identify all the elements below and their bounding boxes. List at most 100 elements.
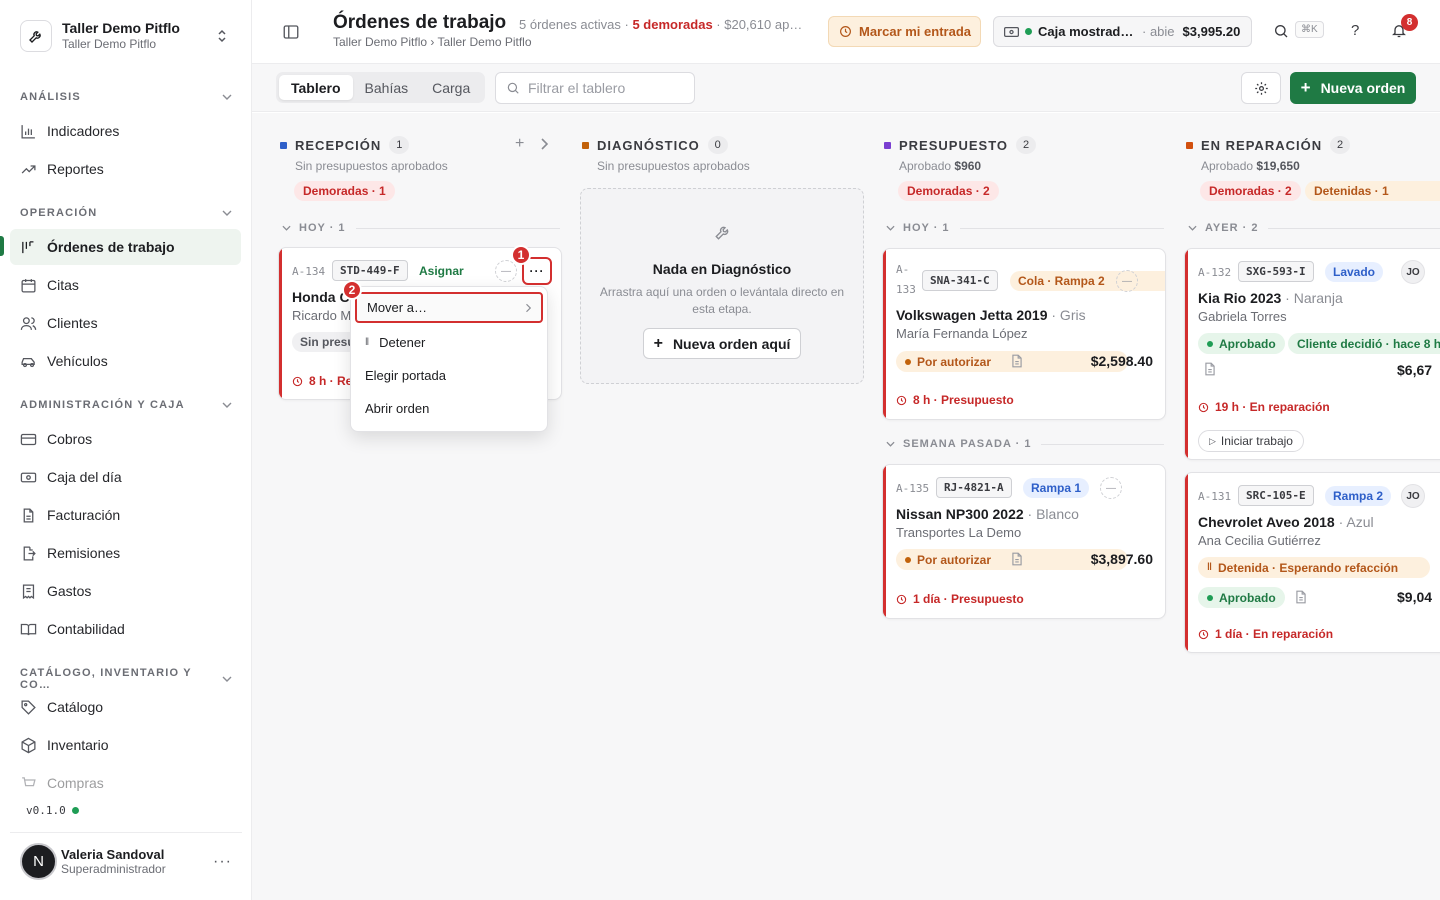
order-code: A-135	[896, 482, 930, 495]
assign-link[interactable]: Asignar	[419, 264, 464, 278]
empty-column-dropzone[interactable]: Nada en Diagnóstico Arrastra aquí una or…	[580, 188, 864, 384]
sidebar-item-remisiones[interactable]: Remisiones	[10, 535, 241, 571]
clock-in-button[interactable]: Marcar mi entrada	[828, 16, 981, 47]
menu-item-cover[interactable]: Elegir portada	[355, 360, 543, 391]
column-color-dot	[884, 141, 891, 149]
tab-tablero[interactable]: Tablero	[279, 75, 353, 100]
license-plate: SXG-593-I	[1238, 261, 1314, 282]
assignee-placeholder[interactable]: —	[1116, 270, 1138, 292]
sidebar-item-cobros[interactable]: Cobros	[10, 421, 241, 457]
order-age: 8 h · Rec	[292, 374, 359, 388]
vehicle-name: Chevrolet Aveo 2018 · Azul	[1198, 514, 1374, 530]
user-menu[interactable]: N Valeria Sandoval Superadministrador ··…	[10, 832, 242, 890]
bay-tag: Rampa 2	[1325, 486, 1392, 506]
chevron-right-icon[interactable]	[540, 138, 549, 150]
header-summary: 5 órdenes activas · 5 demoradas · $20,61…	[519, 17, 803, 32]
gear-icon	[1254, 81, 1269, 96]
search-icon[interactable]	[1273, 23, 1289, 39]
plus-icon[interactable]: +	[515, 135, 524, 153]
sidebar-item-ordenes[interactable]: Órdenes de trabajo	[10, 229, 241, 265]
sidebar-item-reportes[interactable]: Reportes	[10, 151, 241, 187]
column-count: 2	[1016, 136, 1037, 154]
section-catalogo[interactable]: CATÁLOGO, INVENTARIO Y CO…	[20, 667, 232, 691]
tab-carga[interactable]: Carga	[420, 75, 482, 100]
group-header-hoy[interactable]: HOY · 1	[886, 222, 1164, 234]
sidebar-item-caja[interactable]: Caja del día	[10, 459, 241, 495]
page-header: Órdenes de trabajo 5 órdenes activas · 5…	[252, 0, 1440, 64]
column-header-reparacion: EN REPARACIÓN 2	[1186, 136, 1351, 154]
status-dot	[71, 807, 79, 814]
play-icon: ▷	[1209, 435, 1216, 446]
status-badge: Aprobado	[1198, 587, 1285, 608]
sidebar-item-gastos[interactable]: Gastos	[10, 573, 241, 609]
help-icon[interactable]: ?	[1351, 22, 1359, 39]
pause-icon: ǁ	[365, 337, 370, 348]
chevron-down-icon	[222, 676, 232, 682]
document-icon[interactable]	[1204, 362, 1216, 376]
sidebar-item-inventario[interactable]: Inventario	[10, 727, 241, 763]
sidebar-item-vehiculos[interactable]: Vehículos	[10, 343, 241, 379]
order-card[interactable]: A-135 RJ-4821-A Rampa 1 — Nissan NP300 2…	[882, 464, 1166, 619]
clock-icon	[896, 594, 907, 605]
assignee-avatar[interactable]: JO	[1401, 260, 1425, 284]
sidebar-item-clientes[interactable]: Clientes	[10, 305, 241, 341]
document-icon[interactable]	[1011, 354, 1023, 368]
section-operacion[interactable]: OPERACIÓN	[20, 207, 232, 219]
client-name: María Fernanda López	[896, 326, 1028, 341]
order-price: $9,04	[1397, 589, 1433, 605]
sidebar-item-citas[interactable]: Citas	[10, 267, 241, 303]
assignee-avatar[interactable]: JO	[1401, 484, 1425, 508]
file-export-icon	[20, 545, 37, 562]
order-age: 8 h · Presupuesto	[896, 393, 1014, 407]
assignee-placeholder[interactable]: —	[1100, 477, 1122, 499]
client-name: Transportes La Demo	[896, 525, 1022, 540]
tab-bahias[interactable]: Bahías	[353, 75, 421, 100]
assignee-placeholder[interactable]: —	[495, 260, 517, 282]
step-marker-1: 1	[511, 245, 531, 265]
chevron-down-icon	[282, 225, 291, 231]
order-card[interactable]: A-132 SXG-593-I Lavado JO Kia Rio 2023 ·…	[1184, 248, 1440, 460]
sidebar-toggle-icon[interactable]	[282, 23, 300, 41]
order-code: A-131	[1198, 490, 1232, 503]
late-filter-pill[interactable]: Demoradas · 1	[294, 181, 395, 201]
new-order-here-button[interactable]: + Nueva orden aquí	[643, 328, 801, 359]
order-card[interactable]: A- 133 SNA-341-C Cola · Rampa 2 — Volksw…	[882, 248, 1166, 420]
order-code: A-	[896, 263, 910, 276]
menu-item-open[interactable]: Abrir orden	[355, 393, 543, 424]
menu-item-stop[interactable]: ǁ Detener	[355, 327, 543, 358]
group-header-hoy[interactable]: HOY · 1	[282, 222, 560, 234]
board-toolbar: Tablero Bahías Carga Filtrar el tablero …	[252, 64, 1440, 112]
order-card[interactable]: A-131 SRC-105-E Rampa 2 JO Chevrolet Ave…	[1184, 472, 1440, 653]
shortcut-hint: ⌘K	[1295, 21, 1324, 38]
column-header-recepcion: RECEPCIÓN 1	[280, 136, 410, 154]
more-icon[interactable]: ···	[213, 853, 232, 871]
group-header-semana[interactable]: SEMANA PASADA · 1	[886, 438, 1164, 450]
clock-icon	[1198, 629, 1209, 640]
chevron-down-icon	[222, 402, 232, 408]
board-settings-button[interactable]	[1241, 72, 1281, 104]
sidebar-item-compras[interactable]: Compras	[10, 765, 241, 801]
sidebar-item-catalogo[interactable]: Catálogo	[10, 689, 241, 725]
group-header-ayer[interactable]: AYER · 2	[1188, 222, 1440, 234]
vehicle-name: Kia Rio 2023 · Naranja	[1198, 290, 1343, 306]
new-order-button[interactable]: + Nueva orden	[1290, 72, 1416, 104]
sidebar-item-facturacion[interactable]: Facturación	[10, 497, 241, 533]
late-filter-pill[interactable]: Demoradas · 2	[898, 181, 999, 201]
org-switcher[interactable]: Taller Demo Pitflo Taller Demo Pitflo	[10, 14, 242, 58]
section-analisis[interactable]: ANÁLISIS	[20, 91, 232, 103]
cash-register-selector[interactable]: Caja mostrad… · abie $3,995.20	[993, 16, 1252, 47]
empty-title: Nada en Diagnóstico	[652, 261, 792, 277]
late-filter-pill[interactable]: Demoradas · 2	[1200, 181, 1301, 201]
detained-filter-pill[interactable]: Detenidas · 1	[1305, 181, 1440, 201]
kanban-icon	[20, 239, 37, 256]
sidebar-item-contabilidad[interactable]: Contabilidad	[10, 611, 241, 647]
menu-item-move[interactable]: Mover a…	[355, 292, 543, 323]
filter-input[interactable]: Filtrar el tablero	[495, 72, 695, 104]
start-work-button[interactable]: ▷ Iniciar trabajo	[1198, 430, 1304, 452]
section-administracion[interactable]: ADMINISTRACIÓN Y CAJA	[20, 399, 232, 411]
order-code-cont: 133	[896, 283, 916, 296]
receipt-icon	[20, 583, 37, 600]
document-icon[interactable]	[1295, 590, 1307, 604]
document-icon[interactable]	[1011, 552, 1023, 566]
sidebar-item-indicadores[interactable]: Indicadores	[10, 113, 241, 149]
